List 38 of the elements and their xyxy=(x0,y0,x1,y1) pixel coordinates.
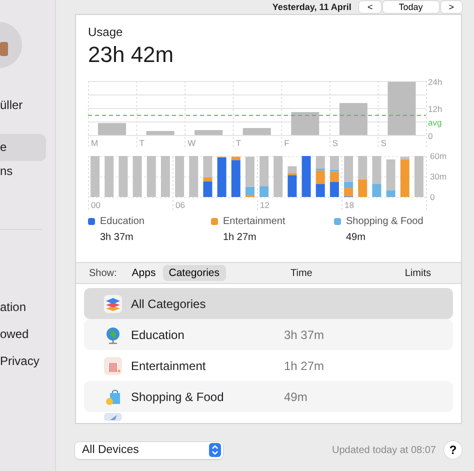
axis-label: 30m xyxy=(430,172,447,182)
column-header: Limits xyxy=(404,268,431,278)
axis-label: 0 xyxy=(428,131,433,141)
axis-label: T xyxy=(139,138,144,148)
legend-label: Entertainment xyxy=(223,216,286,227)
legend-value: 49m xyxy=(346,232,366,243)
category-name: Education xyxy=(131,328,186,342)
legend-value: 3h 37m xyxy=(100,232,134,243)
axis-label: 06 xyxy=(176,200,185,210)
legend-label: Shopping & Food xyxy=(346,216,424,227)
axis-label: 24h xyxy=(428,78,442,87)
usage-total: 23h 42m xyxy=(88,42,175,68)
usage-label: Usage xyxy=(88,25,124,39)
category-name: Shopping & Food xyxy=(131,390,225,404)
legend-value: 1h 27m xyxy=(223,232,258,243)
axis-label: W xyxy=(188,138,196,148)
axis-label: M xyxy=(91,138,98,148)
axis-label: 00 xyxy=(91,200,100,210)
user-name: üller xyxy=(0,98,24,112)
average-label: avg xyxy=(428,117,442,128)
updated-text: Updated today at 08:07 xyxy=(332,444,436,456)
category-time: 1h 27m xyxy=(284,358,324,372)
legend-label: Education xyxy=(100,216,144,227)
category-time: 49m xyxy=(284,390,308,404)
axis-label: 12h xyxy=(428,104,442,114)
axis-label: 12 xyxy=(260,200,270,210)
axis-label: S xyxy=(332,138,338,148)
axis-label: T xyxy=(236,138,242,148)
category-time: 3h 37m xyxy=(284,328,324,342)
category-name: Entertainment xyxy=(131,358,207,372)
axis-label: F xyxy=(284,138,290,148)
axis-label: S xyxy=(380,138,386,148)
axis-label: 0 xyxy=(430,192,435,202)
axis-label: 18 xyxy=(344,200,354,210)
category-name: All Categories xyxy=(131,296,207,310)
column-header: Time xyxy=(290,268,312,278)
axis-label: 60m xyxy=(430,151,447,161)
show-label: Show: xyxy=(89,268,117,278)
